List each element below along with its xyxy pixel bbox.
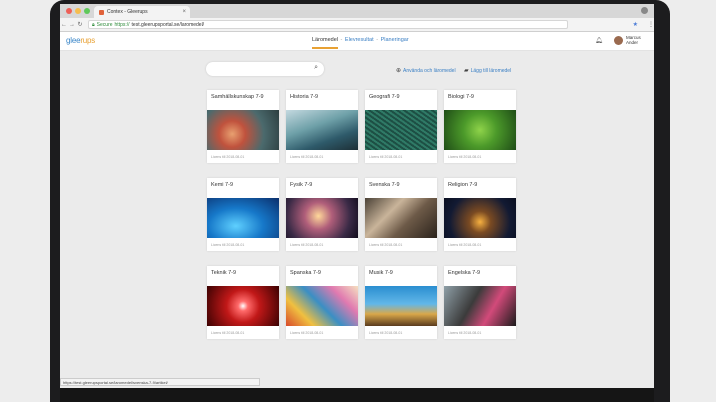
add-book-button[interactable]: ▰ Lägg till läromedel: [464, 67, 512, 75]
browser-tab[interactable]: Contex - Gleerups ×: [94, 6, 190, 18]
card-title: Teknik 7-9: [211, 270, 237, 276]
book-card[interactable]: Musik 7-9 Licens till 2018-08-01: [365, 266, 437, 339]
address-bar: ← → ↻ 🔒︎ Secure https://test.gleerupspor…: [60, 18, 654, 32]
folder-plus-icon: ▰: [464, 68, 469, 74]
card-license: Licens till 2018-08-01: [369, 155, 403, 159]
nav-elevresultat[interactable]: Elevresultat: [345, 37, 374, 43]
book-card[interactable]: Samhällskunskap 7-9 Licens till 2018-08-0…: [207, 90, 279, 163]
add-book-label: Lägg till läromedel: [470, 67, 512, 74]
user-name[interactable]: Marcus Ander: [626, 35, 641, 45]
card-image[interactable]: [365, 286, 437, 326]
card-license: Licens till 2018-08-01: [211, 155, 245, 159]
card-image[interactable]: [444, 110, 516, 150]
card-image[interactable]: [444, 198, 516, 238]
book-grid: Samhällskunskap 7-9 Licens till 2018-08-0…: [207, 90, 516, 339]
card-title: Fysik 7-9: [290, 182, 313, 188]
bell-icon[interactable]: 🔔︎: [595, 37, 603, 44]
user-last-name: Ander: [626, 40, 639, 45]
book-card[interactable]: Historia 7-9 Licens till 2018-08-01: [286, 90, 358, 163]
card-image[interactable]: [286, 286, 358, 326]
favicon-icon: [99, 9, 104, 15]
card-title: Geografi 7-9: [369, 94, 400, 100]
card-license: Licens till 2018-08-01: [448, 155, 482, 159]
nav-planeringar[interactable]: Planeringar: [381, 37, 409, 43]
back-icon[interactable]: ←: [60, 22, 68, 28]
card-license: Licens till 2018-08-01: [290, 155, 324, 159]
card-title: Samhällskunskap 7-9: [211, 94, 264, 100]
lock-icon: 🔒︎: [92, 21, 95, 28]
logo[interactable]: gleerups: [66, 36, 95, 45]
browser-menu-icon[interactable]: ⋮: [648, 21, 654, 28]
card-title: Spanska 7-9: [290, 270, 321, 276]
window-controls: [66, 8, 90, 14]
admin-books-button[interactable]: ⊕ Använda och läromedel: [396, 67, 456, 75]
logo-main: glee: [66, 36, 81, 45]
book-card[interactable]: Geografi 7-9 Licens till 2018-08-01: [365, 90, 437, 163]
status-url: https://test.gleerupsportal.se/laromedel…: [60, 378, 260, 386]
card-license: Licens till 2018-08-01: [448, 243, 482, 247]
card-image[interactable]: [365, 198, 437, 238]
screen: Contex - Gleerups × ← → ↻ 🔒︎ Secure http…: [60, 4, 654, 402]
card-image[interactable]: [444, 286, 516, 326]
card-title: Musik 7-9: [369, 270, 393, 276]
minimize-window-icon[interactable]: [75, 8, 81, 14]
app-header: gleerups Läromedel - Elevresultat - Plan…: [60, 32, 654, 51]
book-card[interactable]: Religion 7-9 Licens till 2018-08-01: [444, 178, 516, 251]
card-title: Kemi 7-9: [211, 182, 234, 188]
top-nav: Läromedel - Elevresultat - Planeringar: [312, 37, 409, 43]
card-title: Biologi 7-9: [448, 94, 474, 100]
plus-circle-icon: ⊕: [396, 68, 402, 74]
bookmark-star-icon[interactable]: ★: [633, 21, 638, 28]
maximize-window-icon[interactable]: [84, 8, 90, 14]
url-input[interactable]: 🔒︎ Secure https://test.gleerupsportal.se…: [88, 20, 568, 29]
card-license: Licens till 2018-08-01: [369, 243, 403, 247]
nav-separator: -: [340, 37, 343, 43]
close-window-icon[interactable]: [66, 8, 72, 14]
card-license: Licens till 2018-08-01: [290, 331, 324, 335]
card-image[interactable]: [286, 110, 358, 150]
card-license: Licens till 2018-08-01: [211, 243, 245, 247]
avatar[interactable]: [614, 36, 623, 45]
card-title: Engelska 7-9: [448, 270, 481, 276]
card-image[interactable]: [365, 110, 437, 150]
forward-icon[interactable]: →: [68, 22, 76, 28]
nav-separator: -: [376, 37, 379, 43]
url-scheme: https://: [114, 21, 130, 28]
reload-icon[interactable]: ↻: [76, 21, 84, 28]
book-card[interactable]: Fysik 7-9 Licens till 2018-08-01: [286, 178, 358, 251]
card-image[interactable]: [207, 198, 279, 238]
admin-books-label: Använda och läromedel: [403, 67, 456, 74]
book-card[interactable]: Spanska 7-9 Licens till 2018-08-01: [286, 266, 358, 339]
book-card[interactable]: Svenska 7-9 Licens till 2018-08-01: [365, 178, 437, 251]
active-tab-underline: [312, 47, 338, 49]
card-image[interactable]: [286, 198, 358, 238]
url-path: test.gleerupsportal.se/laromedel/: [131, 21, 205, 28]
card-license: Licens till 2018-08-01: [211, 331, 245, 335]
logo-accent: rups: [80, 36, 96, 45]
bezel-bottom: [60, 388, 654, 402]
tab-title: Contex - Gleerups: [107, 9, 148, 15]
card-title: Religion 7-9: [448, 182, 478, 188]
browser-tabbar: Contex - Gleerups ×: [60, 4, 654, 18]
card-image[interactable]: [207, 110, 279, 150]
card-image[interactable]: [207, 286, 279, 326]
card-license: Licens till 2018-08-01: [369, 331, 403, 335]
secure-label: Secure: [96, 21, 113, 28]
book-card[interactable]: Teknik 7-9 Licens till 2018-08-01: [207, 266, 279, 339]
card-license: Licens till 2018-08-01: [448, 331, 482, 335]
book-card[interactable]: Kemi 7-9 Licens till 2018-08-01: [207, 178, 279, 251]
close-tab-icon[interactable]: ×: [182, 9, 186, 15]
book-card[interactable]: Engelska 7-9 Licens till 2018-08-01: [444, 266, 516, 339]
search-icon[interactable]: ⌕: [314, 64, 318, 72]
card-title: Svenska 7-9: [369, 182, 400, 188]
search-input[interactable]: ⌕: [206, 62, 324, 76]
nav-laromedel[interactable]: Läromedel: [312, 37, 338, 43]
browser-profile-icon[interactable]: [641, 7, 648, 14]
card-title: Historia 7-9: [290, 94, 319, 100]
book-card[interactable]: Biologi 7-9 Licens till 2018-08-01: [444, 90, 516, 163]
card-license: Licens till 2018-08-01: [290, 243, 324, 247]
